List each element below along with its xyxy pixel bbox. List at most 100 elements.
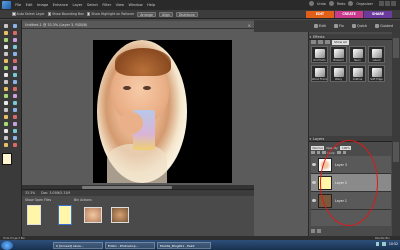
tool-button[interactable]	[3, 30, 9, 36]
tool-button[interactable]	[3, 44, 9, 50]
tool-button[interactable]	[3, 23, 9, 29]
link-layers-icon[interactable]	[311, 229, 315, 233]
menu-view[interactable]: View	[113, 3, 126, 7]
auto-select-checkbox[interactable]	[12, 12, 16, 16]
effect-soft-edge[interactable]: Soft Edge	[368, 65, 385, 82]
highlight-checkbox[interactable]	[86, 12, 91, 16]
effect-old-photo[interactable]: Old Photo	[311, 46, 328, 63]
menu-enhance[interactable]: Enhance	[50, 3, 70, 7]
tab-quick[interactable]: Quick	[351, 24, 367, 28]
highlight-option[interactable]: Show Highlight on Rollover	[86, 12, 134, 16]
close-document-icon[interactable]: ×	[248, 23, 251, 28]
effect-neon[interactable]: Neon	[349, 46, 366, 63]
redo-label[interactable]: Redo	[337, 2, 346, 6]
tab-edit[interactable]: EDIT	[306, 11, 334, 18]
photo-canvas[interactable]	[93, 40, 232, 183]
tab-edit-panel[interactable]: Edit	[314, 24, 326, 28]
start-button-icon[interactable]	[1, 240, 13, 250]
auto-select-option[interactable]: Auto Select Layer	[12, 12, 45, 16]
lock-transparent-icon[interactable]	[337, 150, 341, 155]
tool-button[interactable]	[12, 58, 18, 64]
visibility-eye-icon[interactable]	[312, 181, 316, 184]
arrange-button[interactable]: Arrange	[137, 11, 156, 17]
menu-edit[interactable]: Edit	[23, 3, 34, 7]
visibility-eye-icon[interactable]	[312, 199, 316, 202]
undo-label[interactable]: Undo	[317, 2, 326, 6]
foreground-color-swatch[interactable]	[2, 153, 12, 165]
organizer-label[interactable]: Organizer	[356, 2, 373, 6]
tab-fix[interactable]: Fix	[333, 24, 344, 28]
maximize-button[interactable]	[385, 1, 390, 6]
bounding-box-checkbox[interactable]	[47, 12, 52, 16]
bin-thumbnail-3[interactable]	[84, 207, 102, 223]
taskbar-item-photoshop[interactable]: Editor - Photoshop...	[105, 241, 155, 249]
layers-panel-header[interactable]: Layers	[309, 136, 393, 142]
tool-button[interactable]	[12, 44, 18, 50]
tool-button[interactable]	[12, 128, 18, 134]
tool-button[interactable]	[3, 135, 9, 141]
tool-button[interactable]	[12, 30, 18, 36]
menu-select[interactable]: Select	[85, 3, 100, 7]
bin-thumbnail-4[interactable]	[111, 207, 129, 223]
undo-icon[interactable]	[309, 1, 315, 6]
tool-button[interactable]	[3, 121, 9, 127]
tool-button[interactable]	[3, 86, 9, 92]
layer-styles-tab-icon[interactable]	[318, 40, 323, 45]
tool-button[interactable]	[12, 93, 18, 99]
tool-button[interactable]	[12, 65, 18, 71]
tool-button[interactable]	[3, 142, 9, 148]
tool-button[interactable]	[12, 121, 18, 127]
tool-button[interactable]	[12, 142, 18, 148]
effect-wavy[interactable]: Wavy	[330, 65, 347, 82]
minimize-button[interactable]	[379, 1, 384, 6]
document-tab[interactable]: Untitled-1 @ 33.3% (Layer 3, RGB/8) ×	[22, 21, 254, 29]
tool-button[interactable]	[12, 86, 18, 92]
menu-help[interactable]: Help	[145, 3, 158, 7]
tool-button[interactable]	[12, 51, 18, 57]
visibility-eye-icon[interactable]	[312, 163, 316, 166]
effect-outline[interactable]: Outline	[349, 65, 366, 82]
bin-thumbnail-2[interactable]	[58, 205, 72, 225]
taskbar-item-paint[interactable]: Mozilla_Blog001 - Paint	[157, 241, 211, 249]
menu-image[interactable]: Image	[35, 3, 51, 7]
tool-button[interactable]	[3, 72, 9, 78]
tool-button[interactable]	[12, 23, 18, 29]
canvas-area[interactable]	[22, 29, 254, 185]
tab-share[interactable]: SHARE	[364, 11, 392, 18]
tool-button[interactable]	[12, 79, 18, 85]
close-window-button[interactable]	[391, 1, 396, 6]
volume-icon[interactable]	[382, 242, 386, 246]
layer-row-1[interactable]: Layer 1	[311, 192, 391, 210]
photo-effects-tab-icon[interactable]	[325, 40, 330, 45]
tool-button[interactable]	[12, 135, 18, 141]
tool-button[interactable]	[3, 79, 9, 85]
filters-tab-icon[interactable]	[311, 40, 316, 45]
lock-all-icon[interactable]	[342, 150, 347, 155]
tool-button[interactable]	[12, 37, 18, 43]
organizer-icon[interactable]	[348, 1, 354, 6]
effect-lizard[interactable]: Lizard	[368, 46, 385, 63]
rail-button-1[interactable]	[393, 38, 399, 58]
tab-guided[interactable]: Guided	[375, 24, 393, 28]
tool-button[interactable]	[3, 37, 9, 43]
tool-button[interactable]	[3, 93, 9, 99]
redo-icon[interactable]	[328, 1, 334, 6]
new-layer-icon[interactable]	[311, 150, 315, 155]
effects-category-dropdown[interactable]: Show All	[332, 40, 349, 45]
delete-layer-icon[interactable]	[322, 150, 326, 155]
tool-button[interactable]	[3, 107, 9, 113]
layer-more-icon[interactable]	[317, 229, 321, 233]
menu-layer[interactable]: Layer	[70, 3, 84, 7]
bin-thumbnail-1[interactable]	[27, 205, 41, 225]
show-open-files-dropdown[interactable]: Show Open Files	[25, 198, 51, 202]
taskbar-item-mail[interactable]: 0 [Unread] skule...	[53, 241, 103, 249]
layer-row-3[interactable]: Layer 3	[311, 156, 391, 174]
tool-button[interactable]	[3, 65, 9, 71]
distribute-button[interactable]: Distribute	[175, 11, 198, 17]
align-button[interactable]: Align	[158, 11, 173, 17]
tool-button[interactable]	[3, 128, 9, 134]
tool-button[interactable]	[12, 72, 18, 78]
menu-filter[interactable]: Filter	[100, 3, 113, 7]
effect-blizzard[interactable]: Blizzard	[330, 46, 347, 63]
adjustment-layer-icon[interactable]	[316, 150, 320, 155]
